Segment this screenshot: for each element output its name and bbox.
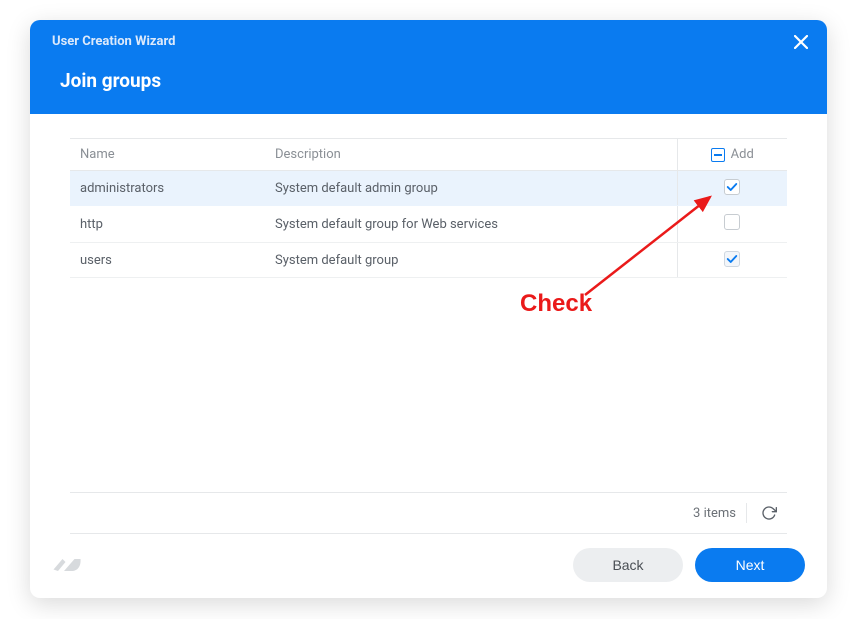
refresh-button[interactable] [757,501,781,525]
add-checkbox[interactable] [724,214,740,230]
status-divider [746,503,747,523]
select-all-checkbox[interactable] [711,148,725,162]
add-checkbox[interactable] [724,179,740,195]
modal-footer: Back Next [30,534,827,598]
status-bar: 3 items [70,492,787,534]
column-header-add-label: Add [731,147,754,162]
indeterminate-icon [714,154,722,156]
close-icon [794,35,808,49]
check-icon [726,253,738,265]
refresh-icon [761,505,777,521]
back-button[interactable]: Back [573,548,683,582]
close-button[interactable] [791,32,811,52]
group-name-cell: administrators [70,171,265,206]
item-count-label: 3 items [693,506,736,521]
group-name-cell: http [70,206,265,243]
modal-body: Name Description Add administratorsSyste… [30,114,827,534]
annotation-arrow-icon [565,185,725,305]
column-header-name[interactable]: Name [70,139,265,171]
add-checkbox[interactable] [724,251,740,267]
logo-icon [52,554,82,576]
user-creation-wizard-modal: User Creation Wizard Join groups Name De… [30,20,827,598]
group-name-cell: users [70,243,265,278]
column-header-description[interactable]: Description [265,139,677,171]
check-icon [726,181,738,193]
next-button[interactable]: Next [695,548,805,582]
modal-header: User Creation Wizard Join groups [30,20,827,114]
wizard-title: User Creation Wizard [52,34,805,49]
brand-logo [52,554,82,576]
footer-actions: Back Next [573,548,805,582]
column-header-add[interactable]: Add [677,139,787,171]
page-title: Join groups [60,69,805,92]
